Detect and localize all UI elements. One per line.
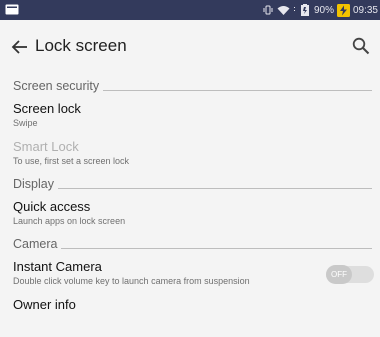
setting-screen-lock[interactable]: Screen lock Swipe <box>0 97 380 135</box>
setting-title: Owner info <box>13 297 76 312</box>
divider <box>58 187 372 189</box>
charging-icon <box>336 3 350 17</box>
section-header-screen-security: Screen security <box>0 75 380 97</box>
setting-subtitle: Double click volume key to launch camera… <box>13 276 250 286</box>
section-header-label: Display <box>13 177 54 191</box>
battery-icon <box>300 3 309 16</box>
search-icon[interactable] <box>352 37 370 55</box>
section-header-label: Camera <box>13 237 58 251</box>
setting-subtitle: To use, first set a screen lock <box>13 156 130 166</box>
divider <box>103 89 372 91</box>
notification-icon <box>5 4 19 15</box>
page-title: Lock screen <box>35 36 127 55</box>
vibrate-icon <box>263 5 273 15</box>
setting-quick-access[interactable]: Quick access Launch apps on lock screen <box>0 195 380 233</box>
signal-icon <box>293 6 295 11</box>
app-bar: Lock screen <box>0 20 380 75</box>
settings-list: Screen security Screen lock Swipe Smart … <box>0 75 380 331</box>
setting-owner-info[interactable]: Owner info <box>0 293 380 331</box>
wifi-icon <box>277 5 290 15</box>
setting-title: Instant Camera <box>13 259 102 274</box>
setting-title: Smart Lock <box>13 139 79 154</box>
section-header-label: Screen security <box>13 79 100 93</box>
section-header-display: Display <box>0 173 380 195</box>
section-header-camera: Camera <box>0 233 380 255</box>
clock: 09:35 <box>352 4 378 16</box>
battery-percent: 90% <box>313 4 334 16</box>
toggle-label: OFF <box>326 265 352 284</box>
setting-subtitle: Swipe <box>13 118 38 128</box>
setting-instant-camera[interactable]: Instant Camera Double click volume key t… <box>0 255 380 293</box>
status-indicators: 90% 09:35 <box>262 2 378 18</box>
instant-camera-toggle[interactable]: OFF <box>326 265 374 284</box>
setting-title: Screen lock <box>13 101 81 116</box>
setting-title: Quick access <box>13 199 91 214</box>
setting-smart-lock: Smart Lock To use, first set a screen lo… <box>0 135 380 173</box>
divider <box>61 247 372 249</box>
status-bar: 90% 09:35 <box>0 0 380 20</box>
setting-subtitle: Launch apps on lock screen <box>13 216 126 226</box>
arrow-left-icon[interactable] <box>10 37 30 57</box>
